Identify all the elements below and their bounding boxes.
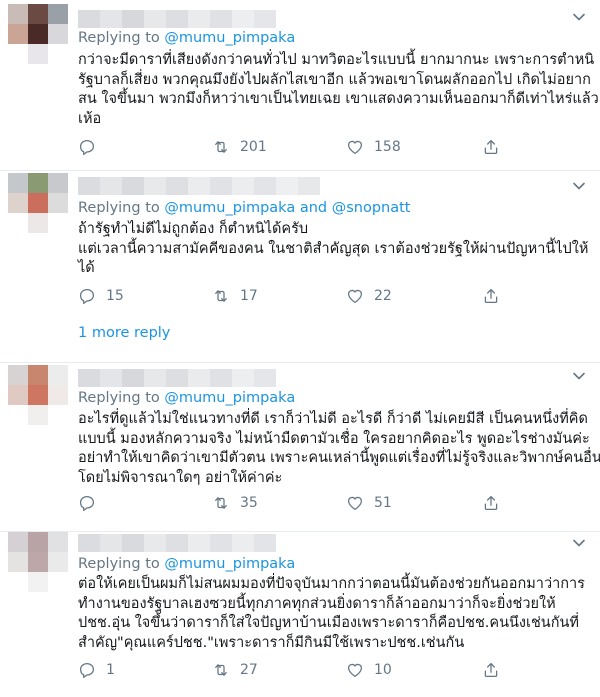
tweet-text-line: ได้ [78,260,95,276]
like-count: 51 [374,495,392,511]
tweet-text-line: ถ้ารัฐทำไม่ดีไม่ถูกต้อง ก็ตำหนิได้ครับ [78,221,309,237]
tweet-text-line: ต่อให้เคยเป็นผมก็ไม่สนผมมองที่ปัจจุบันมา… [78,576,585,592]
author-name-blurred[interactable] [78,369,278,387]
retweet-count: 35 [240,495,258,511]
share-icon [484,662,498,678]
tweet-text-line: อย่าทำให้เขาคิดว่าเขามีตัวตน เพราะคนเหล่… [78,450,600,466]
tweet-1[interactable]: Replying to @mumu_pimpaka กว่าจะมีดาราที… [0,0,600,170]
heart-icon [347,663,363,678]
avatar[interactable] [8,4,68,64]
share-button[interactable] [482,492,500,514]
chevron-down-icon[interactable] [572,536,586,550]
tweet-text-line: ปชช.อุ่น ใจขึ้นว่าดาราก็ใส่ใจปัญหาบ้านเม… [78,615,579,631]
mention-link[interactable]: @mumu_pimpaka [164,30,295,46]
tweet-text-line: สำคัญ"คุณแคร์ปชช."เพราะดาราก็มีกินมีใช้เ… [78,634,465,651]
replying-prefix: Replying to [78,390,160,406]
mention-link[interactable]: @mumu_pimpaka and @snopnatt [164,200,410,216]
share-icon [484,288,498,304]
reply-icon [79,495,95,512]
like-count: 158 [374,139,401,155]
reply-button[interactable]: 1 [78,659,115,681]
replying-to: Replying to @mumu_pimpaka [78,390,295,406]
chevron-down-icon[interactable] [572,369,586,383]
tweet-text-line: แบบนี้ มองหลักความจริง ไม่หน้ามืดตามัวเช… [78,430,590,447]
chevron-down-icon[interactable] [572,179,586,193]
author-name-blurred[interactable] [78,534,278,552]
author-name-blurred[interactable] [78,10,278,28]
like-count: 22 [374,288,392,304]
avatar[interactable] [8,365,68,425]
reply-icon [79,288,95,305]
retweet-icon [215,497,227,509]
retweet-button[interactable]: 27 [212,659,258,681]
reply-count: 15 [106,288,124,304]
retweet-button[interactable]: 35 [212,492,258,514]
retweet-icon [215,664,227,676]
tweet-text: กว่าจะมีดาราที่เสียงดังกว่าคนทั่วไป มาทว… [78,51,599,129]
share-button[interactable] [482,136,500,158]
replying-to: Replying to @mumu_pimpaka and @snopnatt [78,200,410,216]
tweet-text-line: สน ใจขึ้นมา พวกมึงก็หาว่าเขาเป็นไทยเฉย เ… [78,91,599,107]
retweet-icon [215,141,227,153]
tweet-text-line: โดยไม่พิจารณาใดๆ อย่าให้ค่าค่ะ [78,469,283,486]
tweet-actions: 35 51 [78,492,518,514]
tweet-text-line: แต่เวลานี้ความสามัคคีของคน ในชาติสำคัญสุ… [78,240,589,257]
tweet-4[interactable]: Replying to @mumu_pimpaka ต่อให้เคยเป็นผ… [0,532,600,697]
tweet-text-line: กว่าจะมีดาราที่เสียงดังกว่าคนทั่วไป มาทว… [78,52,595,68]
tweet-text: อะไรที่ดูแล้วไม่ใช่แนวทางที่ดี เราก็ว่าไ… [78,410,600,488]
tweet-text-line: ทำงานของรัฐบาลเฮงซวยนี้ทุกภาคทุกส่วนยิ่ง… [78,595,556,612]
tweet-text-line: อะไรที่ดูแล้วไม่ใช่แนวทางที่ดี เราก็ว่าไ… [78,411,588,427]
mention-link[interactable]: @mumu_pimpaka [164,390,295,406]
retweet-button[interactable]: 201 [212,136,267,158]
retweet-count: 201 [240,139,267,155]
chevron-down-icon[interactable] [572,10,586,24]
share-icon [484,495,498,511]
more-replies-link[interactable]: 1 more reply [78,325,170,341]
replying-prefix: Replying to [78,200,160,216]
like-button[interactable]: 10 [346,659,392,681]
replying-prefix: Replying to [78,556,160,572]
like-button[interactable]: 22 [346,285,392,307]
retweet-count: 17 [240,288,258,304]
retweet-icon [215,290,227,302]
like-button[interactable]: 158 [346,136,401,158]
tweet-actions: 15 17 22 [78,285,518,307]
share-button[interactable] [482,285,500,307]
reply-icon [79,662,95,679]
like-button[interactable]: 51 [346,492,392,514]
tweet-actions: 1 27 10 [78,659,518,681]
tweet-3[interactable]: Replying to @mumu_pimpaka อะไรที่ดูแล้วไ… [0,363,600,531]
heart-icon [347,140,363,155]
mention-link[interactable]: @mumu_pimpaka [164,556,295,572]
reply-button[interactable] [78,492,106,514]
tweet-text: ถ้ารัฐทำไม่ดีไม่ถูกต้อง ก็ตำหนิได้ครับ แ… [78,220,588,279]
like-count: 10 [374,662,392,678]
tweet-actions: 201 158 [78,136,518,158]
tweet-2[interactable]: Replying to @mumu_pimpaka and @snopnatt … [0,171,600,362]
reply-button[interactable] [78,136,106,158]
tweet-text: ต่อให้เคยเป็นผมก็ไม่สนผมมองที่ปัจจุบันมา… [78,575,588,653]
reply-count: 1 [106,662,115,678]
replying-prefix: Replying to [78,30,160,46]
share-icon [484,139,498,155]
heart-icon [347,289,363,304]
retweet-count: 27 [240,662,258,678]
share-button[interactable] [482,659,500,681]
replying-to: Replying to @mumu_pimpaka [78,30,295,46]
replying-to: Replying to @mumu_pimpaka [78,556,295,572]
retweet-button[interactable]: 17 [212,285,258,307]
tweet-text-line: เห้อ [78,110,102,127]
reply-button[interactable]: 15 [78,285,124,307]
tweet-text-line: รัฐบาลก็เสี่ยง พวกคุณมึงยังไปผลักไสเขาอี… [78,71,591,88]
avatar[interactable] [8,173,68,233]
author-name-blurred[interactable] [78,177,328,195]
heart-icon [347,496,363,511]
avatar[interactable] [8,532,68,592]
reply-icon [79,139,95,156]
